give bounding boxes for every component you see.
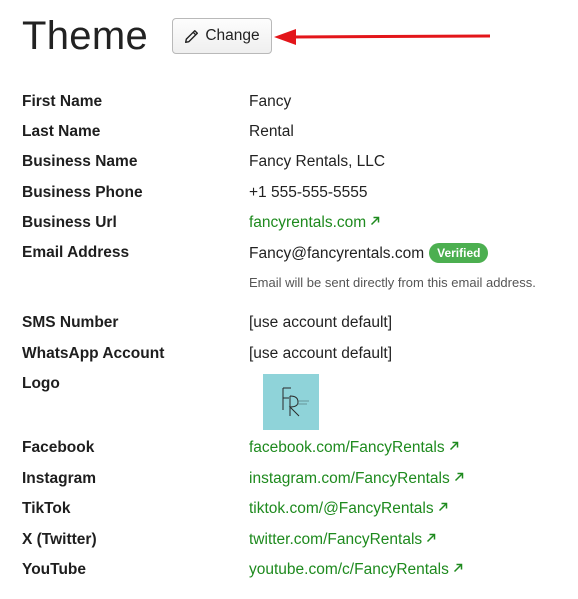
- field-value: [use account default]: [249, 345, 393, 362]
- field-label: Business Name: [22, 153, 138, 170]
- external-link-icon: [449, 441, 458, 451]
- field-label: TikTok: [22, 500, 71, 517]
- logo-monogram-icon: [282, 387, 309, 417]
- field-label: SMS Number: [22, 314, 119, 331]
- verified-badge: Verified: [429, 243, 489, 263]
- facebook-link[interactable]: facebook.com/FancyRentals: [249, 439, 445, 456]
- field-value: [use account default]: [249, 314, 393, 331]
- field-label: WhatsApp Account: [22, 345, 165, 362]
- field-label: Logo: [22, 375, 60, 392]
- field-label: Instagram: [22, 470, 97, 487]
- pencil-icon: [185, 29, 199, 43]
- field-label: Last Name: [22, 123, 101, 140]
- external-link-icon: [453, 563, 463, 573]
- change-button-label: Change: [205, 27, 260, 44]
- field-value: Rental: [249, 123, 294, 140]
- external-link-icon: [438, 502, 447, 512]
- field-value: Fancy Rentals, LLC: [249, 153, 386, 170]
- field-label: Business Phone: [22, 184, 143, 201]
- page-header: Theme Change: [22, 12, 272, 60]
- change-button[interactable]: Change: [172, 18, 272, 54]
- twitter-link[interactable]: twitter.com/FancyRentals: [249, 531, 422, 548]
- field-label: Email Address: [22, 244, 130, 261]
- field-value: +1 555-555-5555: [249, 184, 368, 201]
- field-value: instagram.com/FancyRentals: [249, 469, 464, 489]
- page-title: Theme: [22, 14, 148, 58]
- field-label: Business Url: [22, 214, 117, 231]
- field-value: twitter.com/FancyRentals: [249, 530, 436, 550]
- field-label: X (Twitter): [22, 531, 97, 548]
- email-hint: Email will be sent directly from this em…: [249, 275, 536, 290]
- tiktok-link[interactable]: tiktok.com/@FancyRentals: [249, 500, 434, 517]
- email-value: Fancy@fancyrentals.com: [249, 245, 425, 262]
- logo-image: [263, 374, 319, 430]
- external-link-icon: [454, 472, 463, 482]
- field-value: fancyrentals.com: [249, 213, 380, 233]
- field-value: youtube.com/c/FancyRentals: [249, 560, 463, 580]
- red-arrow-icon: [274, 29, 490, 45]
- external-link-icon: [427, 533, 436, 543]
- field-value: Fancy: [249, 93, 292, 110]
- field-value: Fancy@fancyrentals.com Verified: [249, 243, 489, 264]
- field-label: Facebook: [22, 439, 95, 456]
- field-label: YouTube: [22, 561, 86, 578]
- field-value: facebook.com/FancyRentals: [249, 438, 459, 458]
- business-url-link[interactable]: fancyrentals.com: [249, 214, 366, 231]
- youtube-link[interactable]: youtube.com/c/FancyRentals: [249, 561, 449, 578]
- field-label: First Name: [22, 93, 103, 110]
- external-link-icon: [371, 216, 380, 226]
- instagram-link[interactable]: instagram.com/FancyRentals: [249, 470, 450, 487]
- field-value: tiktok.com/@FancyRentals: [249, 499, 448, 519]
